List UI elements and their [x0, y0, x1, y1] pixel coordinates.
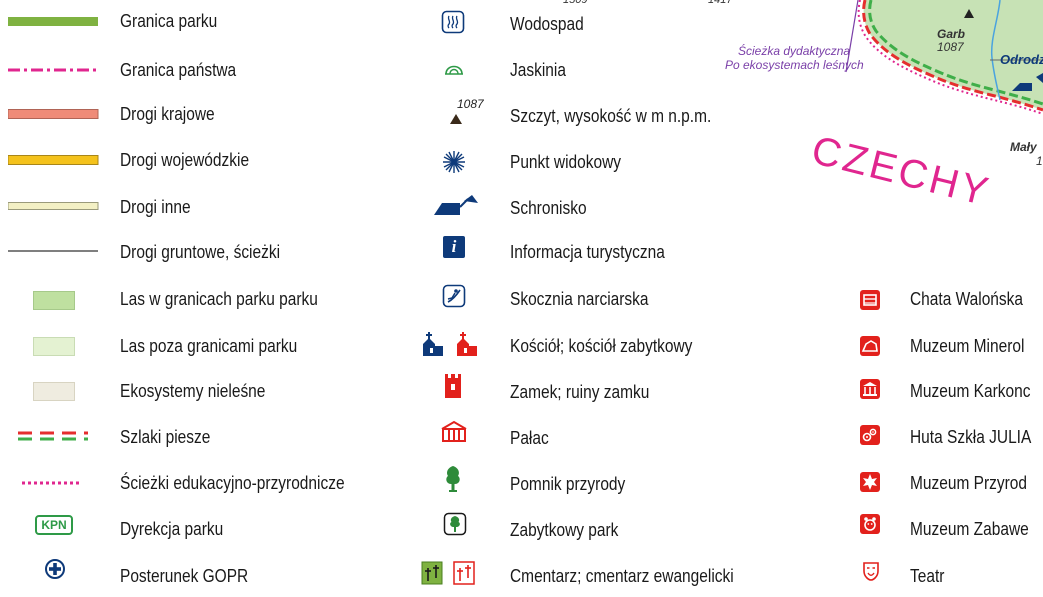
- legend-label-ski-jump: Skocznia narciarska: [510, 289, 649, 309]
- hiking-trail-line: [18, 431, 88, 441]
- peak-icon: [450, 114, 462, 124]
- map-garb-elevation: 1087: [937, 40, 964, 54]
- kpn-badge-text: KPN: [41, 518, 67, 532]
- map-trail-label-line2: Po ekosystemach leśnych: [725, 58, 864, 72]
- gopr-icon: [45, 559, 65, 579]
- legend-label-state-border: Granica państwa: [120, 60, 237, 80]
- map-peak-label-2: 1417: [708, 0, 733, 6]
- mineral-museum-icon: [860, 336, 880, 356]
- voivodeship-road-line: [8, 155, 99, 165]
- viewpoint-icon: [443, 151, 465, 173]
- legend-label-forest-outside: Las poza granicami parku: [120, 336, 298, 356]
- legend-label-nature-monument: Pomnik przyrody: [510, 474, 626, 494]
- legend-label-education-paths: Ścieżki edukacyjno-przyrodnicze: [120, 473, 345, 493]
- state-border-line: [8, 68, 98, 72]
- castle-icon: [445, 374, 461, 398]
- kpn-badge-icon: KPN: [35, 515, 73, 535]
- theatre-icon: [863, 562, 879, 581]
- info-icon-glyph: i: [451, 237, 457, 256]
- national-road-line: [8, 109, 99, 119]
- legend-label-national-roads: Drogi krajowe: [120, 104, 215, 124]
- dirt-road-line: [8, 250, 98, 252]
- legend-label-tourist-info: Informacja turystyczna: [510, 242, 665, 262]
- toy-museum-icon: [860, 514, 880, 534]
- legend-label-historic-park: Zabytkowy park: [510, 520, 619, 540]
- map-trail-label-line1: Ścieżka dydaktyczna: [738, 44, 851, 58]
- peak-elevation-example: 1087: [457, 97, 484, 111]
- other-road-line: [8, 202, 99, 210]
- church-icon: [423, 332, 477, 356]
- shelter-icon: [434, 195, 478, 215]
- cemetery-icon: [421, 561, 475, 585]
- forest-outside-swatch: [33, 337, 75, 356]
- glassworks-icon: [860, 425, 880, 445]
- map-peak-label-1: 1509: [563, 0, 588, 6]
- legend-label-toy-museum: Muzeum Zabawe: [910, 519, 1029, 539]
- legend-label-castle: Zamek; ruiny zamku: [510, 382, 650, 402]
- legend-label-hiking-trails: Szlaki piesze: [120, 427, 211, 447]
- legend-label-walloon-hut: Chata Walońska: [910, 289, 1024, 309]
- legend-label-nature-museum: Muzeum Przyrod: [910, 473, 1028, 493]
- park-border-line: [8, 17, 98, 26]
- walloon-hut-icon: [860, 290, 880, 310]
- legend-label-non-forest: Ekosystemy nieleśne: [120, 381, 266, 401]
- legend-label-park-headquarters: Dyrekcja parku: [120, 519, 224, 539]
- info-icon: i: [443, 236, 465, 258]
- legend-label-dirt-roads: Drogi gruntowe, ścieżki: [120, 242, 281, 262]
- legend-label-cave: Jaskinia: [510, 60, 566, 80]
- legend-label-gopr: Posterunek GOPR: [120, 566, 249, 586]
- legend-label-karkonosze-museum: Muzeum Karkonc: [910, 381, 1031, 401]
- legend-label-theatre: Teatr: [910, 566, 945, 586]
- legend-label-palace: Pałac: [510, 428, 549, 448]
- historic-park-icon: [443, 512, 467, 536]
- legend-label-forest-in-park: Las w granicach parku parku: [120, 289, 318, 309]
- non-forest-swatch: [33, 382, 75, 401]
- waterfall-icon: [441, 10, 465, 34]
- map-maly-digit: 1: [1036, 154, 1043, 168]
- legend-label-peak: Szczyt, wysokość w m n.p.m.: [510, 106, 712, 126]
- cave-icon: [445, 65, 463, 75]
- map-maly-label: Mały: [1010, 140, 1037, 154]
- karkonosze-museum-icon: [860, 379, 880, 399]
- nature-monument-icon: [446, 466, 460, 492]
- education-path-line: [22, 481, 82, 485]
- legend-label-park-border: Granica parku: [120, 11, 218, 31]
- legend-label-waterfall: Wodospad: [510, 14, 584, 34]
- nature-museum-icon: [860, 472, 880, 492]
- map-garb-name: Garb: [937, 27, 966, 41]
- legend-label-viewpoint: Punkt widokowy: [510, 152, 621, 172]
- palace-icon: [441, 420, 467, 442]
- legend-label-cemetery: Cmentarz; cmentarz ewangelicki: [510, 566, 734, 586]
- map-odrodz-label: Odrodz: [1000, 52, 1043, 67]
- forest-in-park-swatch: [33, 291, 75, 310]
- legend-label-mineral-museum: Muzeum Minerol: [910, 336, 1025, 356]
- legend-label-glassworks: Huta Szkła JULIA: [910, 427, 1032, 447]
- ski-jump-icon: [442, 284, 466, 308]
- legend-label-voivodeship-roads: Drogi wojewódzkie: [120, 150, 250, 170]
- legend-label-shelter: Schronisko: [510, 198, 587, 218]
- legend-label-other-roads: Drogi inne: [120, 197, 191, 217]
- legend-label-church: Kościół; kościół zabytkowy: [510, 336, 693, 356]
